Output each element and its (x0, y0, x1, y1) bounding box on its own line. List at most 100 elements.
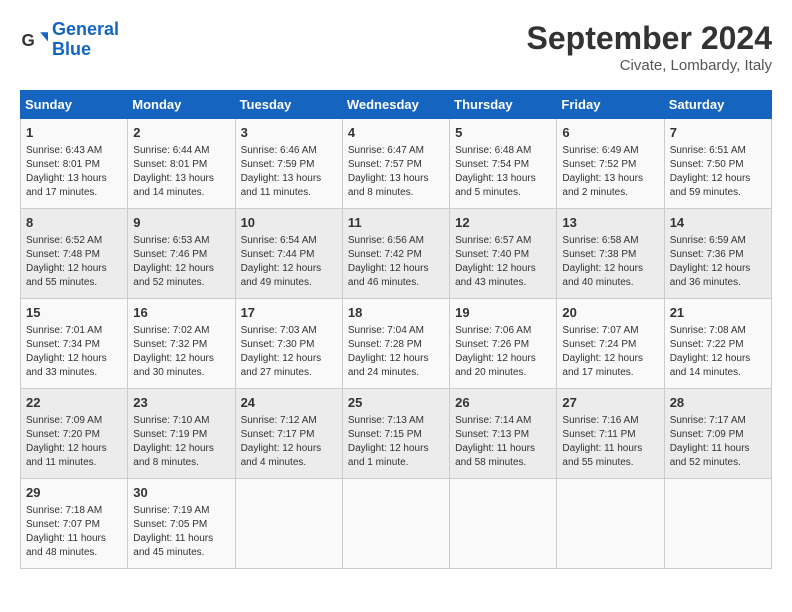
day-info: Sunrise: 7:09 AM Sunset: 7:20 PM Dayligh… (26, 414, 122, 470)
calendar-week-row: 1Sunrise: 6:43 AM Sunset: 8:01 PM Daylig… (21, 119, 772, 209)
weekday-header-row: SundayMondayTuesdayWednesdayThursdayFrid… (21, 91, 772, 119)
day-number: 2 (133, 124, 229, 142)
day-info: Sunrise: 7:04 AM Sunset: 7:28 PM Dayligh… (348, 324, 444, 380)
day-number: 14 (670, 214, 766, 232)
logo-line1: General (52, 19, 119, 39)
calendar-day-cell: 28 Sunrise: 7:17 AM Sunset: 7:09 PM Dayli… (664, 389, 771, 479)
calendar-table: SundayMondayTuesdayWednesdayThursdayFrid… (20, 90, 772, 569)
calendar-day-cell: 8 Sunrise: 6:52 AM Sunset: 7:48 PM Daylig… (21, 209, 128, 299)
day-info: Sunrise: 7:08 AM Sunset: 7:22 PM Dayligh… (670, 324, 766, 380)
day-number: 29 (26, 484, 122, 502)
calendar-day-cell: 27 Sunrise: 7:16 AM Sunset: 7:11 PM Dayli… (557, 389, 664, 479)
calendar-day-cell: 29 Sunrise: 7:18 AM Sunset: 7:07 PM Dayli… (21, 479, 128, 569)
day-info: Sunrise: 6:52 AM Sunset: 7:48 PM Dayligh… (26, 234, 122, 290)
day-number: 20 (562, 304, 658, 322)
day-number: 6 (562, 124, 658, 142)
logo-icon: G (20, 26, 48, 54)
calendar-day-cell: 25Sunrise: 7:13 AM Sunset: 7:15 PM Dayli… (342, 389, 449, 479)
day-info: Sunrise: 7:03 AM Sunset: 7:30 PM Dayligh… (241, 324, 337, 380)
day-number: 18 (348, 304, 444, 322)
calendar-day-cell: 15 Sunrise: 7:01 AM Sunset: 7:34 PM Dayli… (21, 299, 128, 389)
day-number: 25 (348, 394, 444, 412)
day-info: Sunrise: 6:47 AM Sunset: 7:57 PM Dayligh… (348, 144, 444, 200)
calendar-empty-cell (235, 479, 342, 569)
weekday-header: Sunday (21, 91, 128, 119)
day-info: Sunrise: 6:46 AM Sunset: 7:59 PM Dayligh… (241, 144, 337, 200)
day-number: 24 (241, 394, 337, 412)
day-info: Sunrise: 7:17 AM Sunset: 7:09 PM Dayligh… (670, 414, 766, 470)
day-info: Sunrise: 6:58 AM Sunset: 7:38 PM Dayligh… (562, 234, 658, 290)
day-number: 11 (348, 214, 444, 232)
calendar-empty-cell (664, 479, 771, 569)
day-number: 10 (241, 214, 337, 232)
svg-text:G: G (22, 31, 35, 50)
day-info: Sunrise: 7:02 AM Sunset: 7:32 PM Dayligh… (133, 324, 229, 380)
calendar-week-row: 29 Sunrise: 7:18 AM Sunset: 7:07 PM Dayli… (21, 479, 772, 569)
calendar-day-cell: 26 Sunrise: 7:14 AM Sunset: 7:13 PM Dayli… (450, 389, 557, 479)
day-info: Sunrise: 6:59 AM Sunset: 7:36 PM Dayligh… (670, 234, 766, 290)
day-info: Sunrise: 7:01 AM Sunset: 7:34 PM Dayligh… (26, 324, 122, 380)
day-number: 5 (455, 124, 551, 142)
calendar-day-cell: 21 Sunrise: 7:08 AM Sunset: 7:22 PM Dayli… (664, 299, 771, 389)
day-number: 16 (133, 304, 229, 322)
calendar-day-cell: 16 Sunrise: 7:02 AM Sunset: 7:32 PM Dayli… (128, 299, 235, 389)
calendar-day-cell: 9Sunrise: 6:53 AM Sunset: 7:46 PM Daylig… (128, 209, 235, 299)
month-title: September 2024 (527, 20, 772, 57)
day-number: 22 (26, 394, 122, 412)
day-number: 26 (455, 394, 551, 412)
calendar-day-cell: 4 Sunrise: 6:47 AM Sunset: 7:57 PM Daylig… (342, 119, 449, 209)
location: Civate, Lombardy, Italy (527, 57, 772, 74)
day-number: 30 (133, 484, 229, 502)
day-number: 28 (670, 394, 766, 412)
day-number: 7 (670, 124, 766, 142)
weekday-header: Monday (128, 91, 235, 119)
calendar-day-cell: 23Sunrise: 7:10 AM Sunset: 7:19 PM Dayli… (128, 389, 235, 479)
day-info: Sunrise: 6:57 AM Sunset: 7:40 PM Dayligh… (455, 234, 551, 290)
day-number: 12 (455, 214, 551, 232)
calendar-day-cell: 10 Sunrise: 6:54 AM Sunset: 7:44 PM Dayli… (235, 209, 342, 299)
calendar-day-cell: 18 Sunrise: 7:04 AM Sunset: 7:28 PM Dayli… (342, 299, 449, 389)
calendar-day-cell: 22 Sunrise: 7:09 AM Sunset: 7:20 PM Dayli… (21, 389, 128, 479)
weekday-header: Saturday (664, 91, 771, 119)
day-number: 13 (562, 214, 658, 232)
calendar-day-cell: 24Sunrise: 7:12 AM Sunset: 7:17 PM Dayli… (235, 389, 342, 479)
day-info: Sunrise: 7:16 AM Sunset: 7:11 PM Dayligh… (562, 414, 658, 470)
calendar-day-cell: 1Sunrise: 6:43 AM Sunset: 8:01 PM Daylig… (21, 119, 128, 209)
logo: G General Blue (20, 20, 119, 60)
day-info: Sunrise: 7:07 AM Sunset: 7:24 PM Dayligh… (562, 324, 658, 380)
day-number: 21 (670, 304, 766, 322)
weekday-header: Wednesday (342, 91, 449, 119)
day-number: 8 (26, 214, 122, 232)
calendar-day-cell: 12 Sunrise: 6:57 AM Sunset: 7:40 PM Dayli… (450, 209, 557, 299)
calendar-day-cell: 2 Sunrise: 6:44 AM Sunset: 8:01 PM Daylig… (128, 119, 235, 209)
calendar-week-row: 8 Sunrise: 6:52 AM Sunset: 7:48 PM Daylig… (21, 209, 772, 299)
day-info: Sunrise: 6:54 AM Sunset: 7:44 PM Dayligh… (241, 234, 337, 290)
day-info: Sunrise: 7:18 AM Sunset: 7:07 PM Dayligh… (26, 504, 122, 560)
day-number: 9 (133, 214, 229, 232)
calendar-week-row: 15 Sunrise: 7:01 AM Sunset: 7:34 PM Dayli… (21, 299, 772, 389)
weekday-header: Tuesday (235, 91, 342, 119)
calendar-day-cell: 3Sunrise: 6:46 AM Sunset: 7:59 PM Daylig… (235, 119, 342, 209)
day-number: 15 (26, 304, 122, 322)
calendar-day-cell: 19Sunrise: 7:06 AM Sunset: 7:26 PM Dayli… (450, 299, 557, 389)
day-info: Sunrise: 6:56 AM Sunset: 7:42 PM Dayligh… (348, 234, 444, 290)
day-number: 23 (133, 394, 229, 412)
calendar-day-cell: 20 Sunrise: 7:07 AM Sunset: 7:24 PM Dayli… (557, 299, 664, 389)
calendar-empty-cell (557, 479, 664, 569)
calendar-day-cell: 30Sunrise: 7:19 AM Sunset: 7:05 PM Dayli… (128, 479, 235, 569)
day-info: Sunrise: 6:44 AM Sunset: 8:01 PM Dayligh… (133, 144, 229, 200)
calendar-week-row: 22 Sunrise: 7:09 AM Sunset: 7:20 PM Dayli… (21, 389, 772, 479)
day-info: Sunrise: 7:06 AM Sunset: 7:26 PM Dayligh… (455, 324, 551, 380)
calendar-empty-cell (450, 479, 557, 569)
day-info: Sunrise: 6:49 AM Sunset: 7:52 PM Dayligh… (562, 144, 658, 200)
calendar-day-cell: 14 Sunrise: 6:59 AM Sunset: 7:36 PM Dayli… (664, 209, 771, 299)
calendar-day-cell: 5Sunrise: 6:48 AM Sunset: 7:54 PM Daylig… (450, 119, 557, 209)
day-info: Sunrise: 7:14 AM Sunset: 7:13 PM Dayligh… (455, 414, 551, 470)
weekday-header: Friday (557, 91, 664, 119)
day-info: Sunrise: 6:43 AM Sunset: 8:01 PM Dayligh… (26, 144, 122, 200)
calendar-day-cell: 13 Sunrise: 6:58 AM Sunset: 7:38 PM Dayli… (557, 209, 664, 299)
day-number: 27 (562, 394, 658, 412)
weekday-header: Thursday (450, 91, 557, 119)
day-number: 4 (348, 124, 444, 142)
day-info: Sunrise: 6:51 AM Sunset: 7:50 PM Dayligh… (670, 144, 766, 200)
